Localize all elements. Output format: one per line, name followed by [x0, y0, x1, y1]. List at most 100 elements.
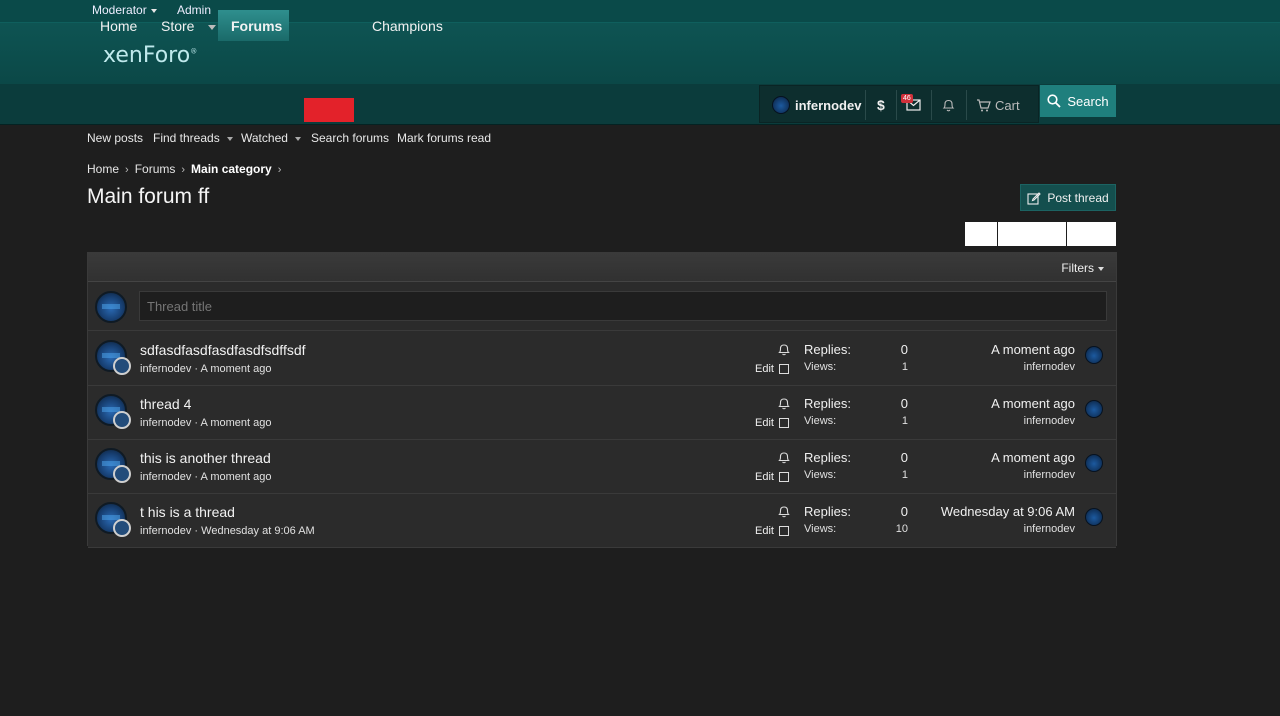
- tab-champions-label: Champions: [372, 18, 443, 34]
- page-control[interactable]: [965, 222, 997, 246]
- avatar[interactable]: [1085, 454, 1103, 472]
- breadcrumb-forums[interactable]: Forums: [135, 162, 176, 176]
- breadcrumb-main-category[interactable]: Main category: [191, 162, 272, 176]
- thread-meta: infernodev · Wednesday at 9:06 AM: [140, 525, 315, 537]
- divider: [865, 90, 866, 120]
- thread-date[interactable]: A moment ago: [201, 471, 272, 483]
- thread-list: Filters sdfasdfasdfasdfasdfsdffsdf infer…: [87, 252, 1117, 548]
- tab-champions[interactable]: Champions: [359, 10, 456, 41]
- alerts-button[interactable]: [942, 86, 955, 124]
- subnav-mark-read[interactable]: Mark forums read: [397, 131, 491, 145]
- thread-title[interactable]: this is another thread: [140, 450, 271, 466]
- views-count: 1: [901, 415, 908, 427]
- thread-row[interactable]: t his is a thread infernodev · Wednesday…: [88, 494, 1116, 548]
- divider: [931, 90, 932, 120]
- page-control[interactable]: [998, 222, 1066, 246]
- search-icon: [1047, 94, 1062, 108]
- post-thread-button[interactable]: Post thread: [1020, 184, 1116, 211]
- last-post-time[interactable]: A moment ago: [991, 450, 1075, 465]
- edit-link[interactable]: Edit: [755, 471, 774, 483]
- subnav-search-forums[interactable]: Search forums: [311, 131, 389, 145]
- post-thread-label: Post thread: [1047, 190, 1109, 205]
- page-control[interactable]: [1067, 222, 1116, 246]
- cart-button[interactable]: Cart: [976, 86, 1020, 124]
- thread-date[interactable]: A moment ago: [201, 417, 272, 429]
- chevron-down-icon[interactable]: [208, 24, 217, 30]
- user-toolbar: infernodev $ Cart: [759, 85, 1039, 123]
- thread-author[interactable]: infernodev: [140, 417, 191, 429]
- breadcrumb: Home › Forums › Main category ›: [87, 162, 287, 176]
- search-label: Search: [1067, 93, 1109, 109]
- replies-count: 0: [900, 342, 908, 357]
- views-count: 10: [895, 523, 908, 535]
- last-post-user[interactable]: infernodev: [1024, 415, 1075, 427]
- filters-menu[interactable]: Filters: [1061, 261, 1104, 275]
- thread-author[interactable]: infernodev: [140, 525, 191, 537]
- currency-button[interactable]: $: [877, 86, 885, 124]
- avatar-overlay: [113, 411, 131, 429]
- meta-separator: ·: [191, 363, 201, 375]
- thread-title-input[interactable]: [139, 291, 1107, 321]
- edit-link[interactable]: Edit: [755, 363, 774, 375]
- avatar[interactable]: [1085, 400, 1103, 418]
- last-post-user[interactable]: infernodev: [1024, 523, 1075, 535]
- thread-title[interactable]: sdfasdfasdfasdfasdfsdffsdf: [140, 342, 306, 358]
- chevron-right-icon: ›: [277, 164, 282, 176]
- views-count: 1: [901, 361, 908, 373]
- username: infernodev: [795, 97, 862, 113]
- subnav-watched[interactable]: Watched: [241, 131, 301, 145]
- edit-link[interactable]: Edit: [755, 417, 774, 429]
- last-post-user[interactable]: infernodev: [1024, 361, 1075, 373]
- bell-icon[interactable]: [778, 397, 790, 415]
- last-post-time[interactable]: A moment ago: [991, 396, 1075, 411]
- thread-title[interactable]: t his is a thread: [140, 504, 235, 520]
- thread-date[interactable]: A moment ago: [201, 363, 272, 375]
- cart-label: Cart: [995, 97, 1020, 113]
- replies-label: Replies:: [804, 396, 851, 411]
- select-checkbox[interactable]: [779, 364, 789, 374]
- views-label: Views:: [804, 361, 837, 373]
- quick-thread-row: [88, 283, 1116, 331]
- search-button[interactable]: Search: [1040, 85, 1116, 117]
- tab-home[interactable]: Home: [87, 10, 150, 41]
- bell-icon[interactable]: [778, 505, 790, 523]
- thread-meta: infernodev · A moment ago: [140, 471, 271, 483]
- inbox-count-badge: 46: [901, 94, 913, 103]
- site-logo[interactable]: xenForo®: [103, 43, 197, 68]
- views-count: 1: [901, 469, 908, 481]
- thread-date[interactable]: Wednesday at 9:06 AM: [201, 525, 315, 537]
- avatar[interactable]: [1085, 508, 1103, 526]
- subnav-find-threads[interactable]: Find threads: [153, 131, 233, 145]
- select-checkbox[interactable]: [779, 526, 789, 536]
- chevron-right-icon: ›: [125, 164, 129, 176]
- logo-mark: ®: [190, 47, 198, 56]
- thread-author[interactable]: infernodev: [140, 471, 191, 483]
- last-post-time[interactable]: A moment ago: [991, 342, 1075, 357]
- bell-icon[interactable]: [778, 343, 790, 361]
- thread-title[interactable]: thread 4: [140, 396, 191, 412]
- last-post-time[interactable]: Wednesday at 9:06 AM: [941, 504, 1075, 519]
- avatar[interactable]: [1085, 346, 1103, 364]
- bell-icon: [942, 99, 955, 112]
- last-post-user[interactable]: infernodev: [1024, 469, 1075, 481]
- filter-bar: Filters: [88, 253, 1116, 282]
- subnav-new-posts[interactable]: New posts: [87, 131, 143, 145]
- thread-row[interactable]: sdfasdfasdfasdfasdfsdffsdf infernodev · …: [88, 332, 1116, 386]
- breadcrumb-home[interactable]: Home: [87, 162, 119, 176]
- thread-row[interactable]: this is another thread infernodev · A mo…: [88, 440, 1116, 494]
- select-checkbox[interactable]: [779, 472, 789, 482]
- meta-separator: ·: [191, 525, 202, 537]
- inbox-button[interactable]: [906, 86, 921, 124]
- divider: [966, 90, 967, 120]
- chevron-down-icon: [294, 136, 301, 141]
- edit-link[interactable]: Edit: [755, 525, 774, 537]
- select-checkbox[interactable]: [779, 418, 789, 428]
- thread-row[interactable]: thread 4 infernodev · A moment ago Edit …: [88, 386, 1116, 440]
- logo-text: xenForo: [103, 43, 191, 68]
- bell-icon[interactable]: [778, 451, 790, 469]
- thread-author[interactable]: infernodev: [140, 363, 191, 375]
- tab-forums[interactable]: Forums: [218, 10, 289, 41]
- account-link[interactable]: infernodev: [772, 86, 861, 124]
- replies-label: Replies:: [804, 450, 851, 465]
- red-nav-block[interactable]: [304, 98, 354, 122]
